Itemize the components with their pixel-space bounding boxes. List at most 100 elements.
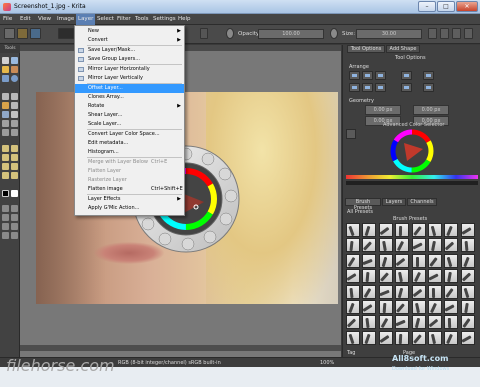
brush-preset-thumbnail[interactable] (428, 223, 442, 237)
menu-view[interactable]: View (38, 16, 51, 22)
mirror-vertical-icon[interactable] (440, 28, 449, 39)
align-top-button[interactable] (349, 83, 360, 92)
brush-preset-thumbnail[interactable] (378, 269, 393, 284)
brush-preset-thumbnail[interactable] (411, 284, 426, 299)
background-color-swatch[interactable] (11, 190, 18, 197)
brush-preset-thumbnail[interactable] (460, 284, 475, 299)
brush-preset-thumbnail[interactable] (460, 269, 475, 284)
brush-preset-thumbnail[interactable] (411, 223, 426, 237)
brush-preset-thumbnail[interactable] (444, 223, 459, 237)
brush-preset-thumbnail[interactable] (362, 253, 377, 268)
brush-preset-grid[interactable] (346, 223, 478, 347)
brush-preset-thumbnail[interactable] (460, 330, 475, 345)
layer-menu-item[interactable]: Layer Effects ▶ (75, 195, 184, 204)
brush-preset-thumbnail[interactable] (444, 330, 459, 345)
workspace-icon[interactable] (464, 28, 473, 39)
layer-menu-item[interactable]: Rotate ▶ (75, 102, 184, 111)
layer-menu-item[interactable]: Scale Layer... (75, 120, 184, 129)
menu-select[interactable]: Select (97, 16, 114, 22)
layer-menu-item[interactable]: Clones Array... (75, 93, 184, 102)
minimize-button[interactable]: – (418, 1, 436, 12)
assistant-tool-icon[interactable] (2, 120, 9, 127)
layer-menu-item[interactable]: Apply G'Mic Action... (75, 204, 184, 213)
geometry-y-field[interactable]: 0.00 px (413, 105, 449, 115)
similar-select-tool-icon[interactable] (11, 163, 18, 170)
menu-filter[interactable]: Filter (117, 16, 131, 22)
fill-tool-icon[interactable] (2, 111, 9, 118)
brush-preset-thumbnail[interactable] (378, 315, 393, 330)
polygon-select-tool-icon[interactable] (2, 154, 9, 161)
layer-menu-item[interactable]: Convert Layer Color Space... (75, 130, 184, 139)
menu-settings[interactable]: Settings (153, 16, 176, 22)
brush-preset-thumbnail[interactable] (395, 269, 410, 284)
polygon-tool-icon[interactable] (2, 223, 9, 230)
brush-preset-thumbnail[interactable] (428, 238, 442, 253)
brush-preset-thumbnail[interactable] (362, 330, 377, 345)
brush-preset-icon[interactable] (58, 28, 74, 39)
path-select-tool-icon[interactable] (2, 172, 9, 179)
layer-menu-item[interactable]: Flatten image Ctrl+Shift+E (75, 185, 184, 194)
brush-preset-thumbnail[interactable] (346, 300, 360, 314)
foreground-color-swatch[interactable] (2, 190, 9, 197)
align-center-button[interactable] (362, 71, 373, 80)
multibrush-tool-icon[interactable] (2, 205, 9, 212)
layer-menu-item[interactable]: Convert ▶ (75, 36, 184, 45)
pan-tool-icon[interactable] (2, 129, 9, 136)
brush-preset-thumbnail[interactable] (428, 284, 442, 299)
color-history-strip[interactable] (346, 175, 478, 179)
gradient-tool-icon[interactable] (11, 102, 18, 109)
brush-preset-thumbnail[interactable] (346, 238, 360, 253)
align-bottom-button[interactable] (375, 83, 386, 92)
brush-preset-thumbnail[interactable] (444, 315, 459, 330)
tab-tool-options[interactable]: Tool Options (347, 45, 385, 53)
brush-preset-thumbnail[interactable] (346, 284, 360, 299)
layer-menu-item[interactable]: Mirror Layer Vertically (75, 74, 184, 83)
horizontal-scrollbar[interactable] (20, 345, 341, 351)
menu-image[interactable]: Image (57, 16, 74, 22)
brush-preset-thumbnail[interactable] (460, 315, 475, 330)
brush-preset-thumbnail[interactable] (444, 300, 459, 314)
brush-preset-thumbnail[interactable] (362, 284, 377, 299)
brush-preset-thumbnail[interactable] (428, 300, 442, 314)
menu-help[interactable]: Help (178, 16, 191, 22)
brush-preset-thumbnail[interactable] (460, 253, 475, 268)
menu-tools[interactable]: Tools (135, 16, 149, 22)
send-backward-button[interactable] (401, 83, 412, 92)
open-document-icon[interactable] (17, 28, 28, 39)
opacity-slider[interactable]: 100.00 (258, 29, 324, 39)
tab-layers[interactable]: Layers (382, 198, 406, 206)
new-document-icon[interactable] (4, 28, 15, 39)
layer-menu-item[interactable]: Mirror Layer Horizontally (75, 65, 184, 74)
brush-preset-thumbnail[interactable] (444, 284, 459, 299)
brush-preset-thumbnail[interactable] (378, 253, 393, 268)
brush-preset-thumbnail[interactable] (346, 330, 360, 345)
transform-tool-icon[interactable] (11, 93, 18, 100)
layer-menu-item[interactable]: Offset Layer... (75, 84, 184, 93)
brush-preset-thumbnail[interactable] (395, 300, 410, 314)
brush-preset-thumbnail[interactable] (460, 238, 475, 253)
menu-file[interactable]: File (3, 16, 12, 22)
advanced-color-wheel[interactable] (390, 129, 434, 173)
bring-forward-button[interactable] (401, 71, 412, 80)
brush-preset-thumbnail[interactable] (362, 300, 377, 314)
bezier-select-tool-icon[interactable] (11, 172, 18, 179)
ellipse-tool-icon[interactable] (11, 75, 18, 82)
color-shade-strip[interactable] (346, 181, 478, 185)
brush-preset-thumbnail[interactable] (411, 253, 426, 268)
geometry-x-field[interactable]: 0.00 px (365, 105, 401, 115)
brush-preset-thumbnail[interactable] (362, 238, 377, 253)
dropdown-arrow-icon[interactable] (200, 28, 208, 39)
brush-preset-thumbnail[interactable] (346, 253, 360, 268)
presets-filter[interactable]: All Presets (347, 209, 373, 215)
brush-preset-thumbnail[interactable] (346, 269, 360, 284)
brush-preset-thumbnail[interactable] (395, 253, 410, 268)
tag-label[interactable]: Tag (347, 350, 355, 356)
brush-preset-thumbnail[interactable] (378, 330, 393, 345)
select-shapes-tool-icon[interactable] (2, 57, 9, 64)
brush-preset-thumbnail[interactable] (428, 330, 442, 345)
menu-layer[interactable]: Layer (76, 14, 96, 25)
brush-preset-thumbnail[interactable] (444, 238, 459, 253)
size-slider[interactable]: 30.00 (356, 29, 422, 39)
brush-preset-thumbnail[interactable] (395, 284, 410, 299)
ellipse-select-tool-icon[interactable] (11, 145, 18, 152)
